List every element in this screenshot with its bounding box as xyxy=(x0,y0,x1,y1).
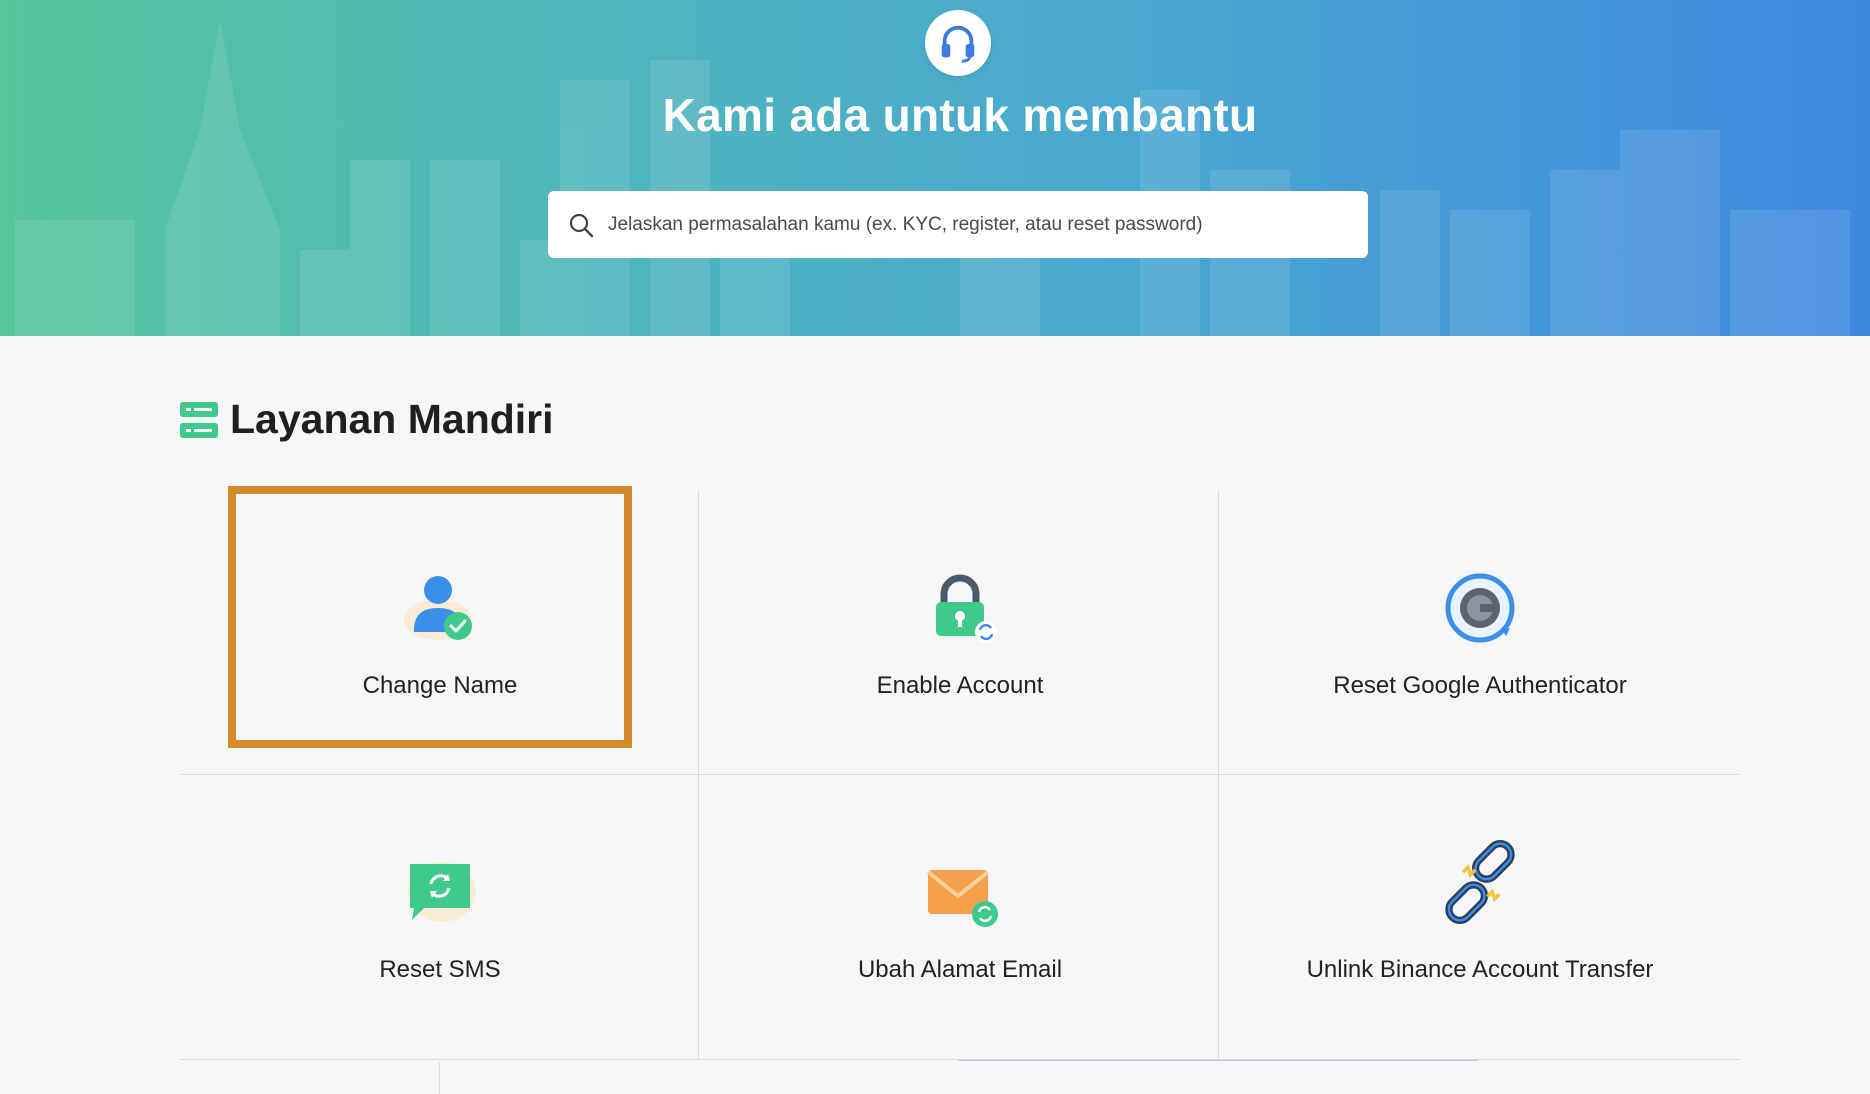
service-label: Ubah Alamat Email xyxy=(857,956,1063,983)
authenticator-icon xyxy=(1445,573,1515,643)
service-card-change-name[interactable]: Change Name xyxy=(180,490,700,774)
headset-icon xyxy=(941,25,975,63)
user-check-icon xyxy=(404,576,472,640)
service-card-reset-sms[interactable]: Reset SMS xyxy=(180,774,700,1058)
self-service-grid: Change Name Enable Account Reset Google … xyxy=(180,490,1740,1060)
section-header: Layanan Mandiri xyxy=(180,396,554,443)
sms-refresh-icon xyxy=(408,862,476,922)
service-card-unlink-binance-account-transfer[interactable]: Unlink Binance Account Transfer xyxy=(1220,774,1740,1058)
search-input[interactable] xyxy=(606,203,1368,246)
email-refresh-icon xyxy=(926,870,998,927)
support-badge xyxy=(925,10,991,76)
grid-divider xyxy=(958,1060,1478,1061)
padlock-refresh-icon xyxy=(936,574,997,643)
section-title: Layanan Mandiri xyxy=(230,396,554,442)
service-card-enable-account[interactable]: Enable Account xyxy=(700,490,1220,774)
hero-title: Kami ada untuk membantu xyxy=(662,89,1258,141)
broken-link-icon xyxy=(1445,840,1515,924)
grid-divider xyxy=(439,1062,440,1094)
service-label: Reset Google Authenticator xyxy=(1333,672,1627,699)
service-card-reset-google-authenticator[interactable]: Reset Google Authenticator xyxy=(1220,490,1740,774)
search-icon xyxy=(569,213,594,237)
search-bar[interactable] xyxy=(548,191,1368,258)
service-card-ubah-alamat-email[interactable]: Ubah Alamat Email xyxy=(700,774,1220,1058)
service-label: Enable Account xyxy=(876,672,1044,699)
hero-banner: Kami ada untuk membantu xyxy=(0,0,1870,336)
service-list-icon xyxy=(180,401,218,438)
service-label: Reset SMS xyxy=(379,956,501,983)
service-label: Change Name xyxy=(362,672,518,699)
service-label: Unlink Binance Account Transfer xyxy=(1306,956,1654,983)
